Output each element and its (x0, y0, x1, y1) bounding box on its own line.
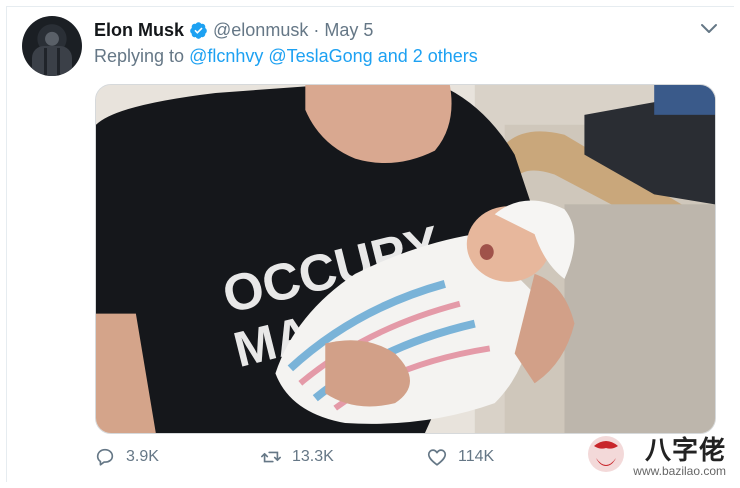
like-action[interactable]: 114K (426, 446, 592, 468)
watermark-url: www.bazilao.com (633, 464, 726, 478)
reply-action[interactable]: 3.9K (94, 446, 260, 468)
author-handle[interactable]: @elonmusk (213, 20, 308, 41)
retweet-count: 13.3K (292, 448, 334, 465)
photo-illustration: OCCUPY MARS (96, 85, 715, 433)
tweet-header: Elon Musk @elonmusk · May 5 (94, 18, 373, 42)
watermark-logo-icon (588, 436, 624, 472)
mention-link[interactable]: @TeslaGong (268, 46, 372, 67)
chevron-down-icon[interactable] (700, 22, 718, 36)
mention-link[interactable]: @flcnhvy (189, 46, 263, 67)
avatar[interactable] (22, 16, 82, 76)
heart-icon[interactable] (426, 446, 448, 468)
watermark: 八字佬 www.bazilao.com (584, 430, 734, 484)
tweet-photo[interactable]: OCCUPY MARS (95, 84, 716, 434)
reply-icon[interactable] (94, 446, 116, 468)
replying-to: Replying to @flcnhvy @TeslaGong and 2 ot… (94, 46, 478, 67)
retweet-icon[interactable] (260, 446, 282, 468)
watermark-text: 八字佬 (644, 435, 726, 465)
divider (6, 6, 734, 7)
tweet-date[interactable]: May 5 (324, 20, 373, 41)
separator: · (313, 19, 320, 40)
reply-count: 3.9K (126, 448, 159, 465)
verified-badge-icon (190, 21, 207, 39)
divider (6, 6, 7, 482)
avatar-figure (32, 46, 72, 76)
author-name[interactable]: Elon Musk (94, 20, 184, 41)
retweet-action[interactable]: 13.3K (260, 446, 426, 468)
more-mentions-link[interactable]: and 2 others (378, 46, 478, 67)
tweet-actions: 3.9K 13.3K 114K (94, 446, 592, 468)
replying-label: Replying to (94, 46, 185, 66)
like-count: 114K (458, 448, 495, 465)
